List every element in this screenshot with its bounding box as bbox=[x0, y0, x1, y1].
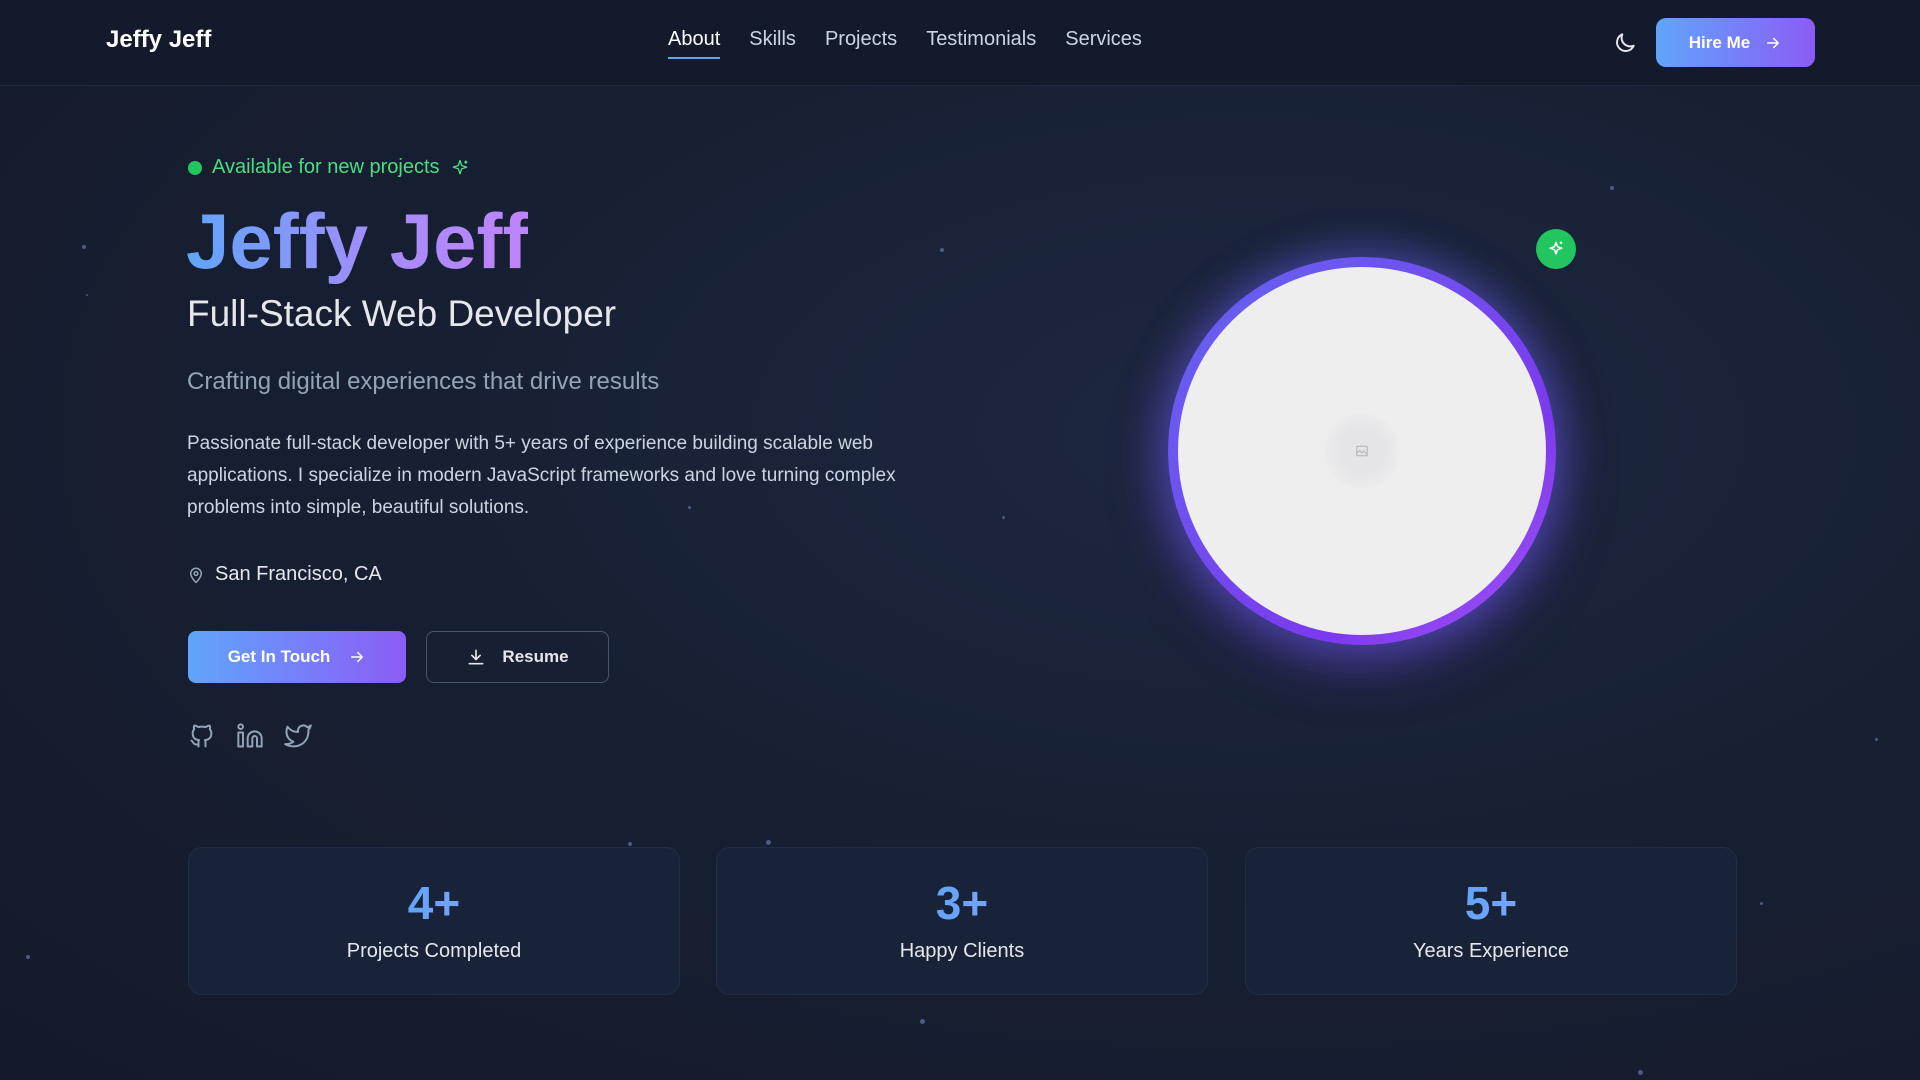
stat-value: 5+ bbox=[1464, 877, 1518, 929]
social-links bbox=[188, 722, 312, 750]
nav-link-testimonials[interactable]: Testimonials bbox=[926, 28, 1036, 59]
stat-card-experience: 5+ Years Experience bbox=[1245, 847, 1737, 995]
linkedin-icon[interactable] bbox=[236, 722, 264, 750]
location-text: San Francisco, CA bbox=[215, 563, 382, 585]
twitter-icon[interactable] bbox=[284, 722, 312, 750]
hero-bio: Passionate full-stack developer with 5+ … bbox=[187, 433, 896, 518]
stat-label: Happy Clients bbox=[899, 940, 1025, 962]
sparkle-icon bbox=[452, 159, 468, 174]
avatar bbox=[1178, 267, 1546, 635]
get-in-touch-button[interactable]: Get In Touch bbox=[188, 631, 406, 683]
hero-tagline: Crafting digital experiences that drive … bbox=[187, 368, 660, 395]
hero-name: Jeffy Jeff bbox=[186, 197, 529, 285]
nav-link-skills[interactable]: Skills bbox=[749, 28, 796, 59]
stat-card-clients: 3+ Happy Clients bbox=[716, 847, 1208, 995]
map-pin-icon bbox=[190, 567, 202, 583]
moon-icon[interactable] bbox=[1612, 30, 1638, 56]
sparkle-icon bbox=[1549, 241, 1563, 255]
top-navbar: Jeffy Jeff About Skills Projects Testimo… bbox=[0, 0, 1920, 86]
arrow-right-icon bbox=[351, 651, 364, 663]
nav-links: About Skills Projects Testimonials Servi… bbox=[668, 28, 1142, 59]
hire-me-label: Hire Me bbox=[1688, 32, 1751, 52]
availability-text: Available for new projects bbox=[212, 156, 440, 178]
stat-label: Projects Completed bbox=[346, 940, 522, 962]
nav-link-services[interactable]: Services bbox=[1065, 28, 1142, 59]
availability-badge: Available for new projects bbox=[188, 156, 470, 179]
stat-value: 4+ bbox=[407, 877, 461, 929]
arrow-right-icon bbox=[1767, 37, 1780, 48]
nav-link-projects[interactable]: Projects bbox=[825, 28, 897, 59]
image-placeholder-icon bbox=[1324, 413, 1400, 489]
sparkle-badge bbox=[1536, 229, 1576, 269]
stat-value: 3+ bbox=[935, 877, 989, 929]
hire-me-button[interactable]: Hire Me bbox=[1656, 18, 1815, 67]
location: San Francisco, CA bbox=[187, 563, 382, 586]
download-icon bbox=[468, 649, 484, 665]
get-in-touch-label: Get In Touch bbox=[227, 647, 331, 666]
status-dot bbox=[188, 160, 202, 175]
brand-logo[interactable]: Jeffy Jeff bbox=[106, 26, 211, 54]
resume-button[interactable]: Resume bbox=[426, 631, 609, 683]
stat-label: Years Experience bbox=[1412, 940, 1570, 962]
stat-card-projects: 4+ Projects Completed bbox=[188, 847, 680, 995]
resume-label: Resume bbox=[502, 647, 569, 666]
github-icon[interactable] bbox=[188, 722, 216, 750]
nav-link-about[interactable]: About bbox=[668, 28, 721, 59]
hero-role: Full-Stack Web Developer bbox=[187, 293, 617, 334]
